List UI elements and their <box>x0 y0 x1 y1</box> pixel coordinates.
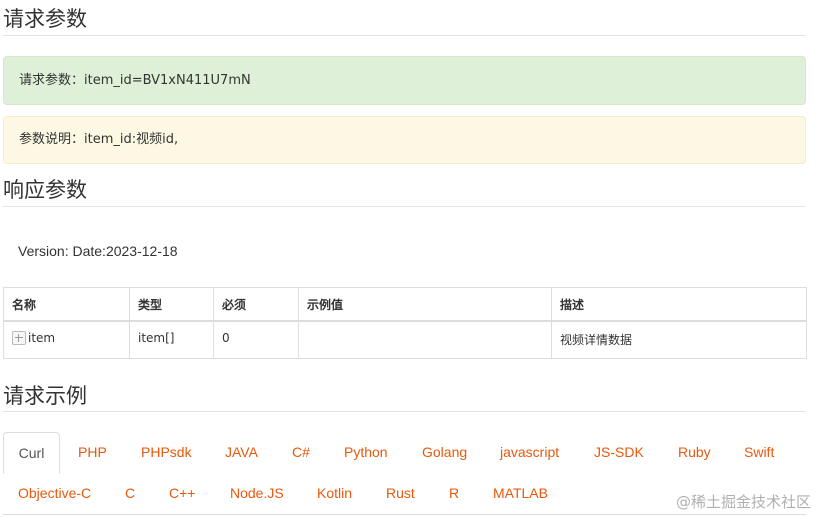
tab-javascript[interactable]: javascript <box>500 432 559 473</box>
tab-ruby[interactable]: Ruby <box>678 432 711 473</box>
table-header-row: 名称 类型 必须 示例值 描述 <box>3 287 807 322</box>
tab-objective-c[interactable]: Objective-C <box>18 473 91 514</box>
tab-swift[interactable]: Swift <box>744 432 774 473</box>
param-description-alert: 参数说明：item_id:视频id, <box>3 116 806 164</box>
tab-js-sdk[interactable]: JS-SDK <box>594 432 644 473</box>
column-header-type: 类型 <box>129 287 214 322</box>
cell-name-text: item <box>28 331 56 345</box>
tab-kotlin[interactable]: Kotlin <box>317 473 352 514</box>
tab-php[interactable]: PHP <box>78 432 107 473</box>
tab-cpp[interactable]: C++ <box>169 473 195 514</box>
cell-description: 视频详情数据 <box>551 320 807 359</box>
language-tab-row-1: Curl PHP PHPsdk JAVA C# Python Golang ja… <box>3 432 806 474</box>
cell-example <box>298 320 552 359</box>
version-info: Version: Date:2023-12-18 <box>18 243 178 259</box>
response-params-table: 名称 类型 必须 示例值 描述 item item[] 0 视频详情数据 <box>3 287 807 359</box>
request-params-alert: 请求参数：item_id=BV1xN411U7mN <box>3 56 806 105</box>
tab-csharp[interactable]: C# <box>292 432 310 473</box>
tab-rust[interactable]: Rust <box>386 473 415 514</box>
column-header-name: 名称 <box>3 287 130 322</box>
column-header-required: 必须 <box>213 287 299 322</box>
tab-java[interactable]: JAVA <box>225 432 258 473</box>
param-description-text: 参数说明：item_id:视频id, <box>19 132 179 147</box>
tab-matlab[interactable]: MATLAB <box>493 473 548 514</box>
cell-required: 0 <box>213 320 299 359</box>
column-header-description: 描述 <box>551 287 807 322</box>
watermark-text: @稀土掘金技术社区 <box>675 493 811 511</box>
tab-r[interactable]: R <box>449 473 459 514</box>
tab-golang[interactable]: Golang <box>422 432 467 473</box>
tab-nodejs[interactable]: Node.JS <box>230 473 284 514</box>
section-divider <box>3 35 806 36</box>
tabs-divider <box>3 514 806 515</box>
request-params-text: 请求参数：item_id=BV1xN411U7mN <box>19 72 251 88</box>
cell-name: item <box>3 320 130 359</box>
cell-type: item[] <box>129 320 214 359</box>
tab-phpsdk[interactable]: PHPsdk <box>141 432 192 473</box>
column-header-example: 示例值 <box>298 287 552 322</box>
table-row: item item[] 0 视频详情数据 <box>3 320 807 359</box>
tab-c[interactable]: C <box>125 473 135 514</box>
response-params-title: 响应参数 <box>3 178 87 202</box>
expand-plus-icon[interactable] <box>12 331 26 345</box>
tab-curl[interactable]: Curl <box>3 432 60 474</box>
section-divider <box>3 206 806 207</box>
request-params-title: 请求参数 <box>3 7 87 31</box>
section-divider <box>3 411 806 412</box>
tab-python[interactable]: Python <box>344 432 388 473</box>
api-doc-page: 请求参数 请求参数：item_id=BV1xN411U7mN 参数说明：item… <box>0 0 817 517</box>
request-example-title: 请求示例 <box>3 384 87 408</box>
